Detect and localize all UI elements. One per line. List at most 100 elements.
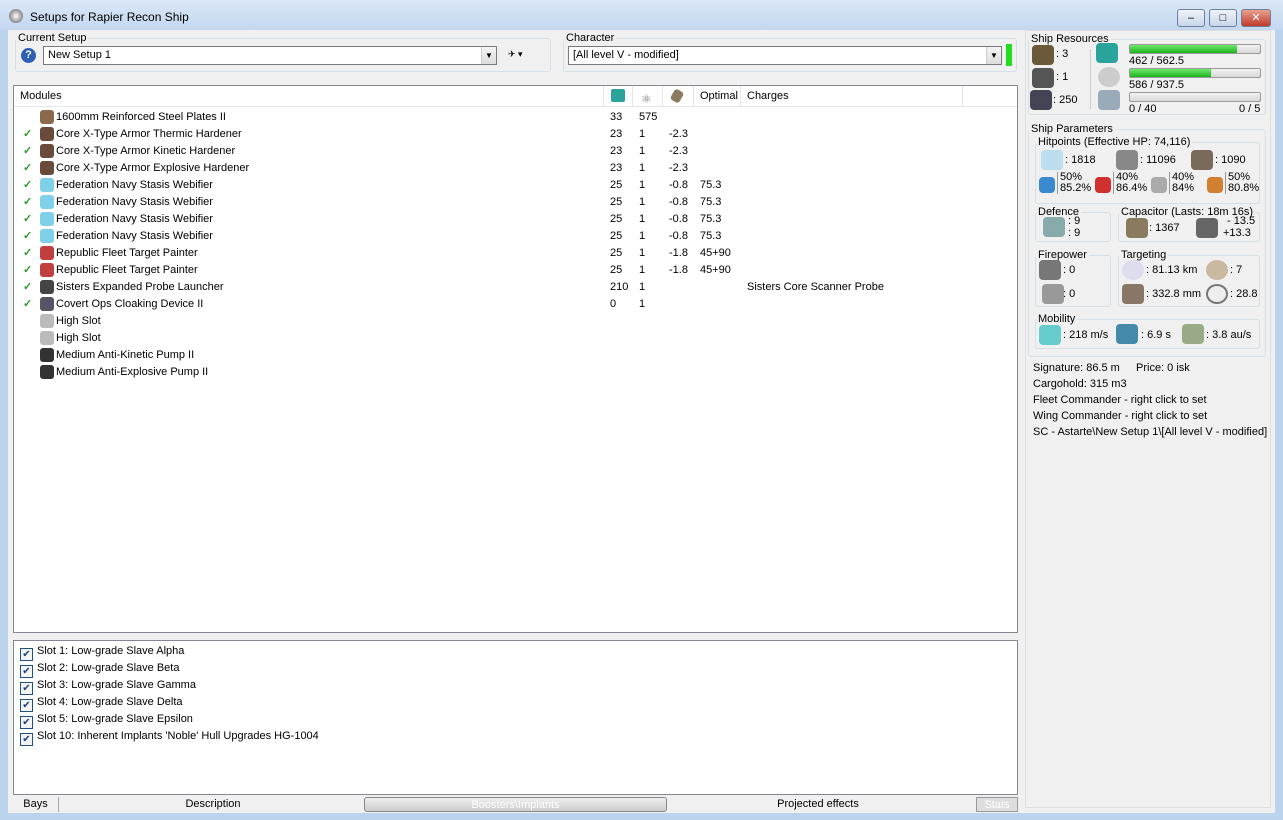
speed-icon <box>1039 325 1061 345</box>
col-modules[interactable]: Modules <box>14 86 604 107</box>
col-optimal[interactable]: Optimal <box>694 86 741 107</box>
signature: Signature: 86.5 m <box>1033 362 1120 374</box>
sensor-strength: : 332.8 mm <box>1146 288 1202 300</box>
module-row[interactable]: ✓ Core X-Type Armor Explosive Hardener 2… <box>14 160 1017 177</box>
module-capacitor: -0.8 <box>669 179 688 191</box>
implant-item[interactable]: ✔ Slot 4: Low-grade Slave Delta <box>20 694 183 712</box>
firepower-dps: : 0 <box>1063 264 1076 276</box>
module-capacitor: -2.3 <box>669 162 688 174</box>
implants-list[interactable]: ✔ Slot 1: Low-grade Slave Alpha ✔ Slot 2: L… <box>13 640 1018 795</box>
module-icon <box>40 246 54 260</box>
armor-icon <box>1116 150 1138 170</box>
module-name: Medium Anti-Kinetic Pump II <box>56 349 195 361</box>
active-check-icon: ✓ <box>23 162 33 174</box>
chevron-down-icon: ▼ <box>986 47 1001 64</box>
implant-checkbox[interactable]: ✔ <box>20 733 33 746</box>
cpu-bar <box>1129 44 1261 54</box>
module-icon <box>40 348 54 362</box>
capacitor-recharge: +13.3 <box>1223 227 1251 239</box>
implant-item[interactable]: ✔ Slot 10: Inherent Implants 'Noble' Hull… <box>20 728 319 746</box>
title-bar[interactable]: Setups for Rapier Recon Ship – □ ✕ <box>0 0 1283 30</box>
setup-select[interactable]: New Setup 1 ▼ <box>43 46 497 65</box>
defence-icon <box>1043 217 1065 237</box>
active-check-icon: ✓ <box>23 128 33 140</box>
module-row[interactable]: ✓ Republic Fleet Target Painter 25 1 -1.… <box>14 245 1017 262</box>
module-row[interactable]: ✓ Sisters Expanded Probe Launcher 210 1 … <box>14 279 1017 296</box>
module-icon <box>40 365 54 379</box>
tab-bays[interactable]: Bays <box>13 797 59 812</box>
character-label: Character <box>566 32 615 44</box>
tab-description[interactable]: Description <box>148 797 278 812</box>
help-icon[interactable]: ? <box>21 48 36 63</box>
turret-icon <box>1032 45 1054 65</box>
module-row[interactable]: ✓ Republic Fleet Target Painter 25 1 -1.… <box>14 262 1017 279</box>
rig-slots: 0 / 5 <box>1239 103 1261 115</box>
col-capacitor[interactable] <box>663 86 694 107</box>
cpu-value: 462 / 562.5 <box>1129 55 1185 67</box>
col-charges[interactable]: Charges <box>741 86 963 107</box>
module-row[interactable]: ✓ Covert Ops Cloaking Device II 0 1 <box>14 296 1017 313</box>
module-icon <box>40 195 54 209</box>
implant-label: Slot 10: Inherent Implants 'Noble' Hull … <box>37 730 319 742</box>
module-row[interactable]: ✓ Federation Navy Stasis Webifier 25 1 -… <box>14 211 1017 228</box>
drone-bay-icon <box>1030 90 1052 110</box>
client-area: Current Setup ? New Setup 1 ▼ ✈ ▾ Charact… <box>8 30 1275 813</box>
module-row[interactable]: ✓ Core X-Type Armor Kinetic Hardener 23 … <box>14 143 1017 160</box>
max-speed: : 218 m/s <box>1063 329 1109 341</box>
align-time-icon <box>1116 324 1138 344</box>
character-select[interactable]: [All level V - modified] ▼ <box>568 46 1002 65</box>
setup-path: SC - Astarte\New Setup 1\[All level V - … <box>1033 426 1268 438</box>
module-row[interactable]: ✓ Core X-Type Armor Thermic Hardener 23 … <box>14 126 1017 143</box>
resist-icon <box>1095 177 1111 193</box>
col-cpu[interactable] <box>604 86 633 107</box>
implant-item[interactable]: ✔ Slot 5: Low-grade Slave Epsilon <box>20 711 193 729</box>
fleet-commander[interactable]: Fleet Commander - right click to set <box>1033 394 1207 406</box>
module-capacitor: -0.8 <box>669 230 688 242</box>
implant-item[interactable]: ✔ Slot 2: Low-grade Slave Beta <box>20 660 179 678</box>
tab-boosters-implants[interactable]: Boosters\Implants <box>364 797 667 812</box>
ship-menu-button[interactable]: ✈ ▾ <box>508 49 538 63</box>
module-row[interactable]: Medium Anti-Kinetic Pump II <box>14 347 1017 364</box>
module-power: 1 <box>639 281 646 293</box>
active-check-icon: ✓ <box>23 179 33 191</box>
close-button[interactable]: ✕ <box>1241 9 1271 27</box>
shield-icon <box>1041 150 1063 170</box>
module-cpu: 25 <box>610 230 623 242</box>
implant-item[interactable]: ✔ Slot 1: Low-grade Slave Alpha <box>20 643 184 661</box>
module-row[interactable]: Medium Anti-Explosive Pump II <box>14 364 1017 381</box>
module-name: Federation Navy Stasis Webifier <box>56 230 213 242</box>
module-row[interactable]: High Slot <box>14 330 1017 347</box>
module-power: 575 <box>639 111 658 123</box>
module-row[interactable]: ✓ Federation Navy Stasis Webifier 25 1 -… <box>14 228 1017 245</box>
module-cpu: 33 <box>610 111 623 123</box>
module-row[interactable]: High Slot <box>14 313 1017 330</box>
resist-values: 40% 86.4% <box>1113 172 1147 194</box>
module-row[interactable]: ✓ Federation Navy Stasis Webifier 25 1 -… <box>14 194 1017 211</box>
targeting-range-icon <box>1122 260 1144 280</box>
structure-icon <box>1191 150 1213 170</box>
capacitor-icon <box>1126 218 1148 238</box>
launcher-slots: : 1 <box>1056 71 1069 83</box>
module-row[interactable]: ✓ Federation Navy Stasis Webifier 25 1 -… <box>14 177 1017 194</box>
module-name: Federation Navy Stasis Webifier <box>56 196 213 208</box>
active-check-icon: ✓ <box>23 230 33 242</box>
tab-projected-effects[interactable]: Projected effects <box>753 797 883 812</box>
minimize-button[interactable]: – <box>1177 9 1205 27</box>
defence-a: : 9 <box>1068 215 1081 227</box>
ship-parameters-label: Ship Parameters <box>1031 123 1113 135</box>
module-icon <box>40 144 54 158</box>
module-power: 1 <box>639 128 646 140</box>
module-optimal: 75.3 <box>700 230 722 242</box>
wing-commander[interactable]: Wing Commander - right click to set <box>1033 410 1207 422</box>
implant-item[interactable]: ✔ Slot 3: Low-grade Slave Gamma <box>20 677 196 695</box>
tab-stats[interactable]: Stats <box>976 797 1018 812</box>
sensor-strength-icon <box>1122 284 1144 304</box>
module-row[interactable]: 1600mm Reinforced Steel Plates II 33 575 <box>14 109 1017 126</box>
module-name: Republic Fleet Target Painter <box>56 264 198 276</box>
max-targets: : 7 <box>1230 264 1243 276</box>
module-capacitor: -1.8 <box>669 247 688 259</box>
current-setup-label: Current Setup <box>18 32 87 44</box>
col-power[interactable]: ⚛ <box>633 86 663 107</box>
modules-list[interactable]: Modules ⚛ Optimal Charges 1600mm Reinfor… <box>13 85 1018 633</box>
maximize-button[interactable]: □ <box>1209 9 1237 27</box>
